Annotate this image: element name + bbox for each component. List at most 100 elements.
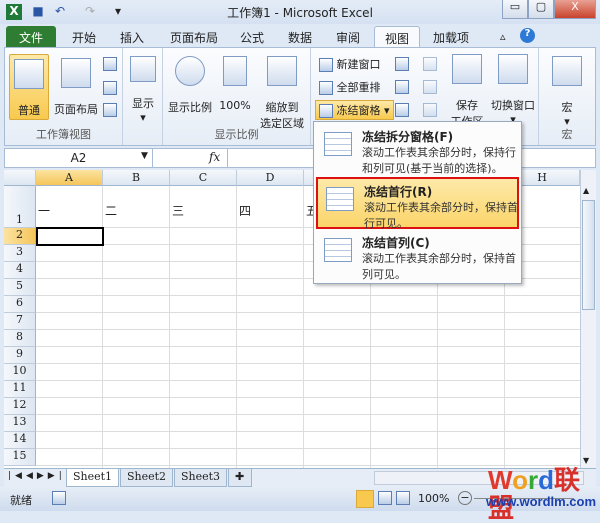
macros-label: 宏 <box>561 101 573 114</box>
macros-button[interactable]: 宏 ▾ <box>549 56 585 128</box>
tab-page-layout[interactable]: 页面布局 <box>164 26 224 48</box>
zoom-out-icon[interactable]: − <box>458 491 472 505</box>
collapse-ribbon-icon[interactable]: ▵ <box>500 30 506 43</box>
menu-item-freeze-panes[interactable]: 冻结拆分窗格(F) 滚动工作表其余部分时，保持行和列可见(基于当前的选择)。 <box>316 124 519 176</box>
tab-formulas[interactable]: 公式 <box>232 26 272 48</box>
side-by-side-icon[interactable] <box>423 56 437 71</box>
group-macros: 宏 ▾ 宏 <box>539 48 595 145</box>
normal-view-button[interactable]: 普通 <box>9 54 49 120</box>
select-all-corner[interactable] <box>4 170 36 186</box>
sheet-tab-2[interactable]: Sheet2 <box>120 469 174 487</box>
insert-function-button[interactable]: fx <box>209 150 220 164</box>
row-header-10[interactable]: 10 <box>4 364 36 381</box>
freeze-first-column-icon <box>324 238 352 262</box>
sync-scroll-icon[interactable] <box>423 79 437 94</box>
freeze-panes-icon <box>319 104 333 118</box>
menu-item-freeze-top-row[interactable]: 冻结首行(R) 滚动工作表其余部分时，保持首行可见。 <box>316 177 519 230</box>
tab-insert[interactable]: 插入 <box>110 26 154 48</box>
show-button[interactable]: 显示 ▾ <box>127 56 159 124</box>
full-screen-icon[interactable] <box>103 102 117 117</box>
normal-view-status-icon[interactable] <box>356 490 374 508</box>
page-layout-status-icon[interactable] <box>378 491 392 505</box>
row-header-1[interactable]: 1 <box>4 186 36 228</box>
tab-data[interactable]: 数据 <box>280 26 320 48</box>
switch-windows-button[interactable]: 切换窗口 ▾ <box>489 54 537 126</box>
name-box-dropdown-icon[interactable]: ▼ <box>141 151 148 161</box>
row-header-3[interactable]: 3 <box>4 245 36 262</box>
column-header-d[interactable]: D <box>237 170 304 186</box>
unhide-icon[interactable] <box>395 102 409 117</box>
cell-d1[interactable]: 四 <box>239 202 251 219</box>
arrange-all-button[interactable]: 全部重排 <box>319 79 381 95</box>
help-icon[interactable]: ? <box>520 28 535 43</box>
page-break-status-icon[interactable] <box>396 491 410 505</box>
cell-b1[interactable]: 二 <box>105 202 117 219</box>
row-header-15[interactable]: 15 <box>4 449 36 466</box>
scroll-thumb[interactable] <box>582 200 595 310</box>
zoom-100-button[interactable]: 100% <box>217 56 253 112</box>
reset-position-icon[interactable] <box>423 102 437 117</box>
vertical-scrollbar[interactable]: ▲ ▼ <box>580 170 596 468</box>
show-icon <box>130 56 156 82</box>
tab-file[interactable]: 文件 <box>6 26 56 48</box>
sheet-nav-arrows-icon[interactable]: |◀◀▶▶| <box>8 471 66 481</box>
row-header-2[interactable]: 2 <box>4 228 36 245</box>
sheet-tab-1[interactable]: Sheet1 <box>66 469 120 487</box>
freeze-top-row-icon <box>326 187 354 211</box>
column-header-a[interactable]: A <box>36 170 103 186</box>
row-header-8[interactable]: 8 <box>4 330 36 347</box>
page-layout-label: 页面布局 <box>54 103 98 116</box>
row-header-9[interactable]: 9 <box>4 347 36 364</box>
page-layout-icon <box>61 58 91 88</box>
column-header-b[interactable]: B <box>103 170 170 186</box>
menu-item-title: 冻结拆分窗格(F) <box>362 130 454 144</box>
scroll-up-icon[interactable]: ▲ <box>583 186 589 195</box>
zoom-level[interactable]: 100% <box>418 492 449 505</box>
column-header-c[interactable]: C <box>170 170 237 186</box>
new-window-button[interactable]: 新建窗口 <box>319 56 381 72</box>
menu-item-desc: 滚动工作表其余部分时，保持首列可见。 <box>362 252 516 281</box>
row-header-12[interactable]: 12 <box>4 398 36 415</box>
hide-icon[interactable] <box>395 79 409 94</box>
page-break-preview-icon[interactable] <box>103 56 117 71</box>
insert-sheet-icon[interactable]: ✚ <box>228 469 252 487</box>
arrange-all-icon <box>319 81 333 95</box>
zoom-button[interactable]: 显示比例 <box>167 56 213 115</box>
tab-review[interactable]: 审阅 <box>328 26 368 48</box>
group-zoom: 显示比例 100% 缩放到 选定区域 显示比例 <box>163 48 311 145</box>
maximize-button[interactable]: ▢ <box>528 0 554 19</box>
save-workspace-button[interactable]: 保存工作区 <box>447 54 487 129</box>
row-header-4[interactable]: 4 <box>4 262 36 279</box>
row-header-7[interactable]: 7 <box>4 313 36 330</box>
close-button[interactable]: X <box>554 0 596 19</box>
cell-a1[interactable]: 一 <box>38 202 50 219</box>
cell-c1[interactable]: 三 <box>172 202 184 219</box>
tab-view[interactable]: 视图 <box>374 26 420 48</box>
freeze-panes-menu: 冻结拆分窗格(F) 滚动工作表其余部分时，保持行和列可见(基于当前的选择)。 冻… <box>313 121 522 284</box>
sheet-tab-3[interactable]: Sheet3 <box>174 469 228 487</box>
split-icon[interactable] <box>395 56 409 71</box>
menu-item-desc: 滚动工作表其余部分时，保持行和列可见(基于当前的选择)。 <box>362 146 516 175</box>
macro-record-icon[interactable] <box>52 491 66 505</box>
scroll-down-icon[interactable]: ▼ <box>583 456 589 465</box>
selected-cell-a2[interactable] <box>36 227 104 246</box>
minimize-button[interactable]: ▭ <box>502 0 528 19</box>
tab-addins[interactable]: 加载项 <box>426 26 476 48</box>
new-window-icon <box>319 58 333 72</box>
group-show: 显示 ▾ <box>123 48 163 145</box>
menu-item-freeze-first-column[interactable]: 冻结首列(C) 滚动工作表其余部分时，保持首列可见。 <box>316 230 519 282</box>
page-layout-view-button[interactable]: 页面布局 <box>51 58 101 117</box>
zoom-to-selection-button[interactable]: 缩放到 选定区域 <box>257 56 307 131</box>
save-ws-label-1: 保存 <box>456 99 478 112</box>
tab-home[interactable]: 开始 <box>62 26 106 48</box>
ribbon-tabs: 文件 开始 插入 页面布局 公式 数据 审阅 视图 加载项 ▵ ? <box>0 24 600 48</box>
row-header-5[interactable]: 5 <box>4 279 36 296</box>
menu-item-title: 冻结首行(R) <box>364 185 433 199</box>
row-header-14[interactable]: 14 <box>4 432 36 449</box>
row-header-13[interactable]: 13 <box>4 415 36 432</box>
freeze-panes-button[interactable]: 冻结窗格 ▾ <box>315 100 394 120</box>
row-header-6[interactable]: 6 <box>4 296 36 313</box>
row-header-11[interactable]: 11 <box>4 381 36 398</box>
name-box[interactable]: A2 <box>5 149 153 167</box>
custom-views-icon[interactable] <box>103 80 117 95</box>
